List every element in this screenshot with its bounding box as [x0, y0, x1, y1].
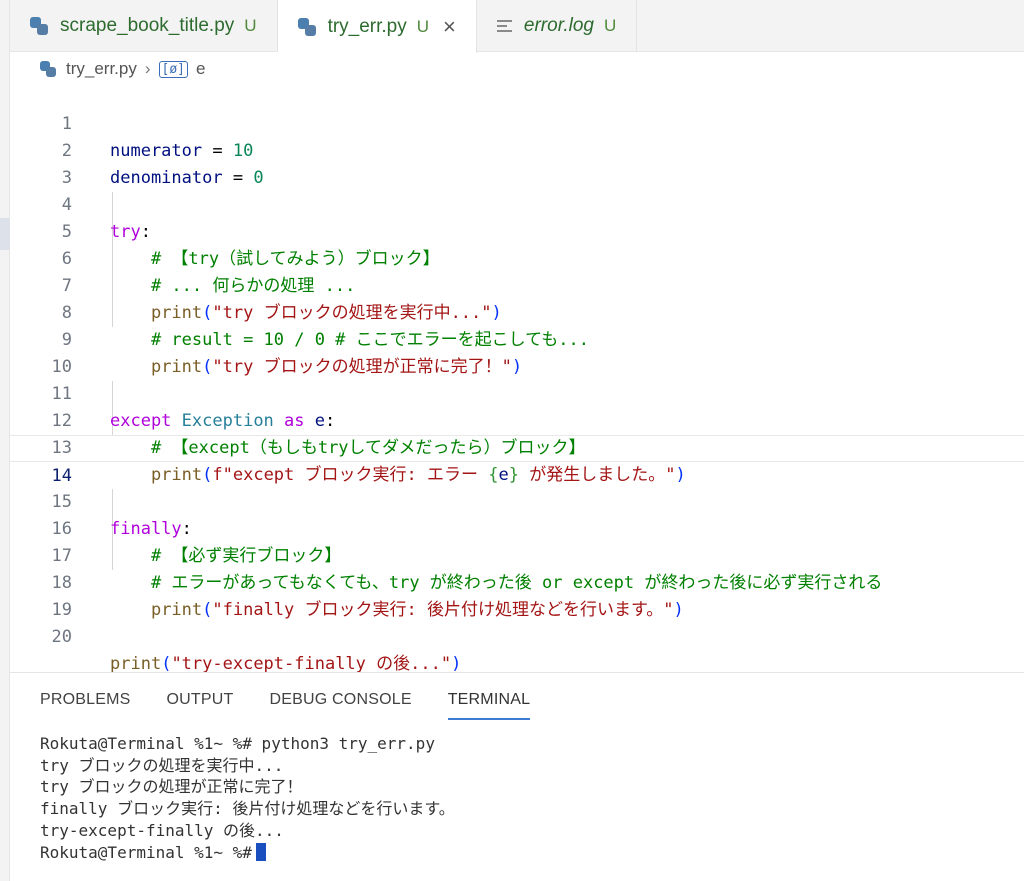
code-line: 12 # 【except（もしもtryしてダメだったら）ブロック】 [10, 381, 1024, 458]
terminal-cursor [255, 842, 266, 861]
untracked-badge: U [416, 16, 430, 36]
code-line: 4 try: [10, 165, 1024, 242]
current-code-line[interactable]: 14 [10, 435, 1024, 486]
tab-debug-console[interactable]: DEBUG CONSOLE [270, 691, 412, 720]
terminal-line: try ブロックの処理を実行中... [40, 755, 284, 775]
untracked-badge: U [244, 16, 257, 35]
code-line: 8 # result = 10 / 0 # ここでエラーを起こしても... [10, 273, 1024, 350]
log-file-icon [496, 17, 512, 35]
python-icon [30, 17, 48, 35]
code-line: 13 print(f"except ブロック実行: エラー {e} が発生しまし… [10, 408, 1024, 485]
terminal-line: try ブロックの処理が正常に完了！ [40, 777, 303, 797]
terminal-line: try-except-finally の後... [40, 820, 284, 840]
terminal-line: Rokuta@Terminal %1~ %# python3 try_err.p… [40, 734, 435, 753]
tab-label: try_err.py [327, 15, 407, 37]
code-line: 11 except Exception as e: [10, 354, 1024, 431]
code-line: 2 denominator = 0 [10, 111, 1024, 188]
code-line: 7 print("try ブロックの処理を実行中...") [10, 246, 1024, 323]
panel-tab-bar: PROBLEMS OUTPUT DEBUG CONSOLE TERMINAL [40, 691, 566, 720]
tab-label: error.log [523, 15, 594, 36]
code-token: ) [451, 654, 462, 674]
code-editor[interactable]: 1 numerator = 10 2 denominator = 0 3 4 t… [10, 84, 1024, 674]
tab-error-log[interactable]: error.log U [477, 0, 638, 52]
terminal-line: finally ブロック実行: 後片付け処理などを行います。 [40, 799, 455, 819]
code-line: 6 # ... 何らかの処理 ... [10, 219, 1024, 296]
code-token: "try-except-finally の後..." [171, 654, 452, 674]
chevron-right-icon: › [144, 59, 151, 78]
line-number: 20 [51, 627, 72, 647]
code-token: print [110, 654, 162, 674]
code-line: 15 finally: [10, 462, 1024, 539]
tab-label: scrape_book_title.py [60, 15, 235, 36]
gutter-highlight [0, 218, 10, 250]
terminal-output[interactable]: Rokuta@Terminal %1~ %# python3 try_err.p… [40, 733, 455, 863]
tab-scrape-book-title[interactable]: scrape_book_title.py U [10, 0, 278, 52]
tab-try-err[interactable]: try_err.py U × [277, 0, 477, 53]
untracked-badge: U [603, 16, 617, 35]
tab-terminal[interactable]: TERMINAL [447, 691, 531, 720]
editor-tab-bar: scrape_book_title.py U try_err.py U × er… [10, 0, 1024, 53]
code-line: 1 numerator = 10 [10, 84, 1024, 161]
terminal-prompt-line[interactable]: Rokuta@Terminal %1~ %# [40, 842, 455, 864]
breadcrumb: try_err.py › [ø] e [40, 56, 205, 82]
activity-gutter [0, 0, 10, 881]
close-icon[interactable]: × [443, 14, 456, 40]
tab-output[interactable]: OUTPUT [167, 691, 234, 720]
python-icon [297, 17, 316, 36]
code-line: 5 # 【try（試してみよう）ブロック】 [10, 192, 1024, 269]
code-token: ( [161, 654, 172, 674]
python-icon [40, 61, 56, 77]
code-line: 16 # 【必ず実行ブロック】 [10, 489, 1024, 566]
code-line: 17 # エラーがあってもなくても、try が終わった後 or except が… [10, 516, 1024, 593]
code-line: 20 print("try-except-finally の後...") [10, 597, 1024, 674]
code-line: 9 print("try ブロックの処理が正常に完了！") [10, 300, 1024, 377]
bottom-panel: PROBLEMS OUTPUT DEBUG CONSOLE TERMINAL R… [10, 672, 1024, 881]
variable-icon: [ø] [158, 60, 189, 78]
code-line: 10 [10, 327, 1024, 377]
code-line: 18 print("finally ブロック実行: 後片付け処理などを行います。… [10, 543, 1024, 620]
breadcrumb-file[interactable]: try_err.py [66, 59, 137, 79]
tab-problems[interactable]: PROBLEMS [40, 691, 131, 720]
breadcrumb-symbol[interactable]: e [196, 59, 205, 79]
code-line: 19 [10, 570, 1024, 620]
code-line: 3 [10, 138, 1024, 188]
terminal-prompt: Rokuta@Terminal %1~ %# [40, 842, 252, 862]
